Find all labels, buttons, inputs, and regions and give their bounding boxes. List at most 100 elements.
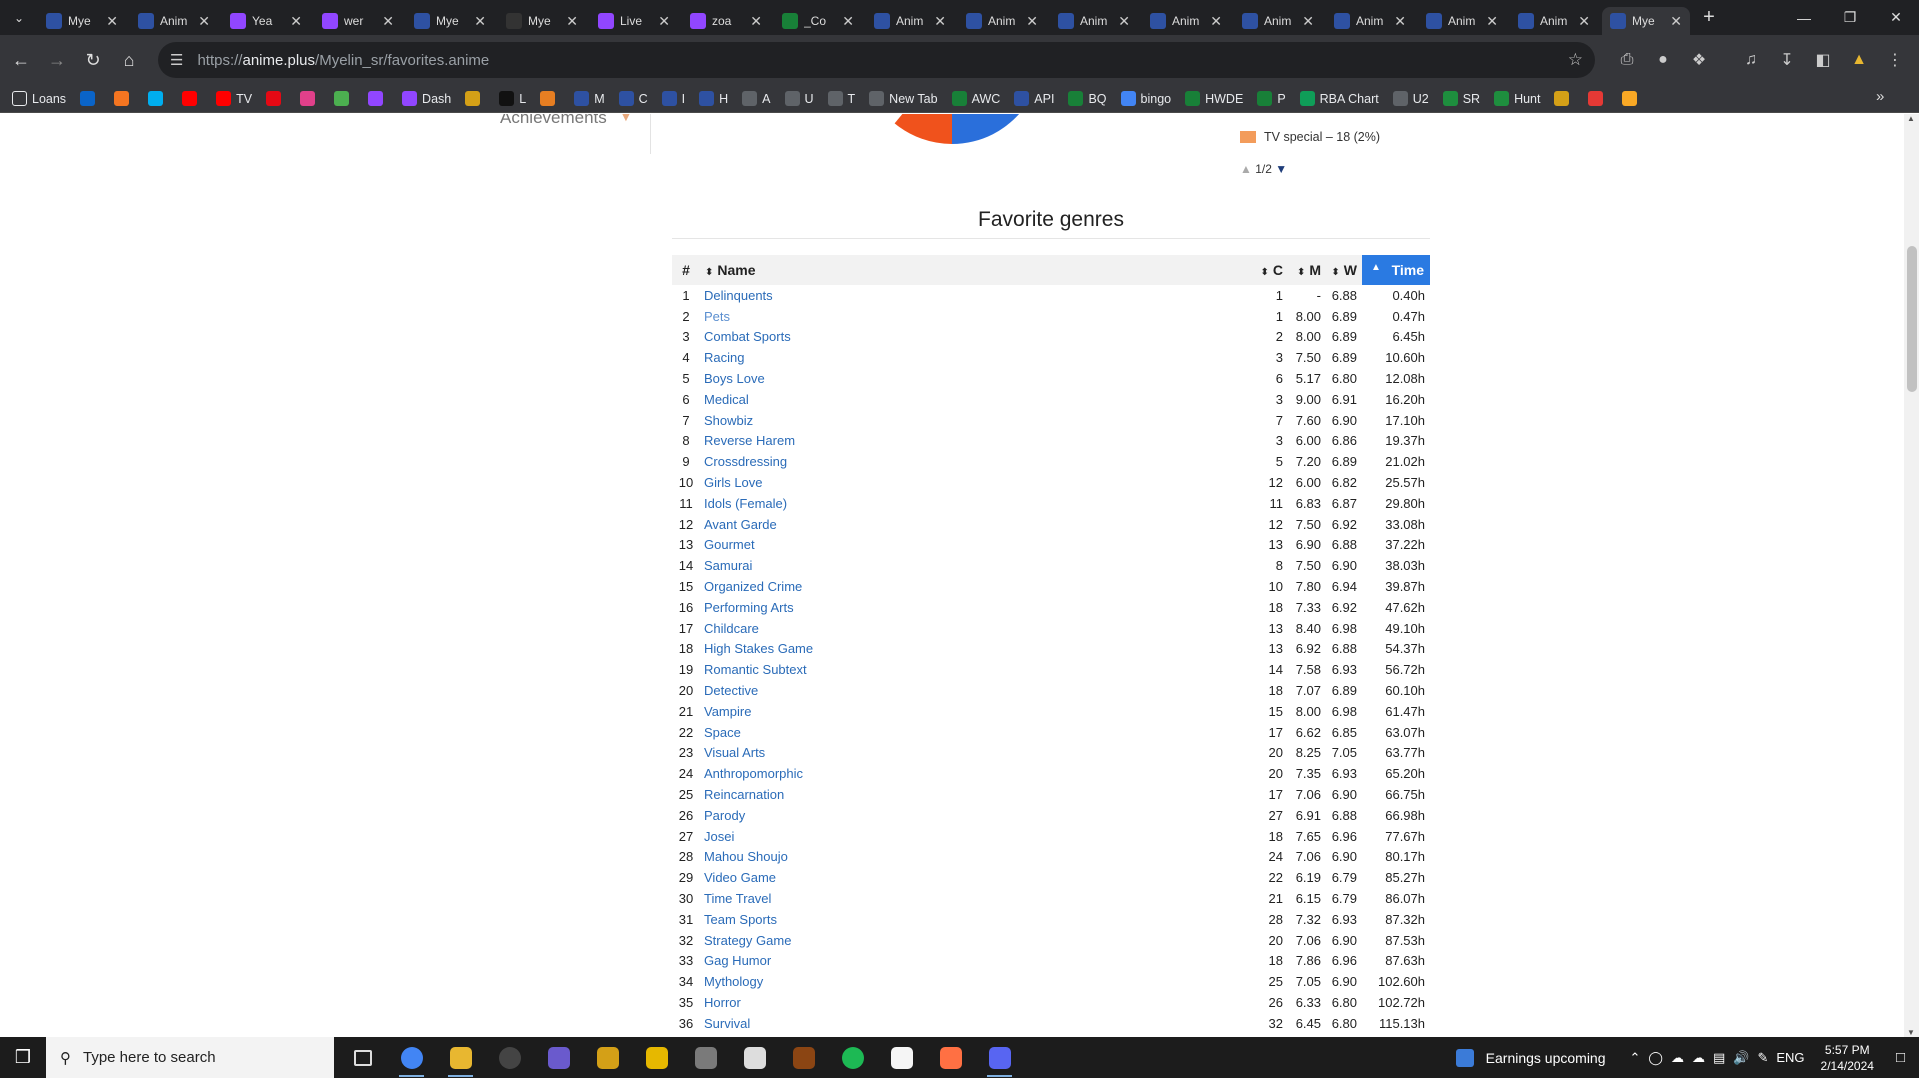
genre-link[interactable]: Romantic Subtext [704, 662, 807, 677]
browser-tab[interactable]: Anim ✕ [1418, 7, 1506, 35]
bookmark-item[interactable]: Dash [402, 91, 451, 106]
bookmark-item[interactable]: A [742, 91, 771, 106]
pen-icon[interactable]: ✎ [1757, 1050, 1768, 1066]
forward-icon[interactable]: → [39, 42, 75, 78]
genre-link[interactable]: Parody [704, 808, 745, 823]
genre-link[interactable]: Gag Humor [704, 953, 771, 968]
genre-link[interactable]: Pets [704, 309, 730, 324]
browser-tab[interactable]: Anim ✕ [866, 7, 954, 35]
genre-link[interactable]: Gourmet [704, 537, 755, 552]
scrollbar-thumb[interactable] [1907, 246, 1917, 392]
restore-icon[interactable]: ❐ [1827, 0, 1873, 35]
taskbar-search-box[interactable]: ⚲ Type here to search [46, 1037, 334, 1078]
scroll-down-icon[interactable]: ▼ [1907, 1028, 1915, 1037]
bookmark-item[interactable]: API [1014, 91, 1054, 106]
tab-close-icon[interactable]: ✕ [842, 13, 854, 30]
printer-icon[interactable]: ⎙ [1612, 45, 1642, 75]
browser-tab[interactable]: Live ✕ [590, 7, 678, 35]
notifications-icon[interactable]: □ [1896, 1049, 1905, 1066]
language-indicator[interactable]: ENG [1776, 1050, 1804, 1065]
genre-link[interactable]: Horror [704, 995, 741, 1010]
bookmark-item[interactable]: RBA Chart [1299, 91, 1379, 106]
bookmark-item[interactable] [465, 91, 485, 106]
browser-tab[interactable]: Anim ✕ [130, 7, 218, 35]
genre-link[interactable]: Anthropomorphic [704, 766, 803, 781]
header-weighted[interactable]: ⬍ W [1326, 255, 1362, 285]
tab-close-icon[interactable]: ✕ [750, 13, 762, 30]
bookmark-item[interactable]: BQ [1068, 91, 1107, 106]
pager-down-icon[interactable]: ▼ [1275, 162, 1287, 176]
tab-close-icon[interactable]: ✕ [1486, 13, 1498, 30]
tab-close-icon[interactable]: ✕ [1118, 13, 1130, 30]
pager-up-icon[interactable]: ▲ [1240, 162, 1252, 176]
bookmark-item[interactable] [266, 91, 286, 106]
header-count[interactable]: ⬍ C [1250, 255, 1288, 285]
genre-link[interactable]: Boys Love [704, 371, 765, 386]
bookmark-item[interactable]: C [618, 91, 648, 106]
genre-link[interactable]: Mythology [704, 974, 763, 989]
tab-close-icon[interactable]: ✕ [566, 13, 578, 30]
home-icon[interactable]: ⌂ [111, 42, 147, 78]
genre-link[interactable]: Josei [704, 829, 734, 844]
genre-link[interactable]: Idols (Female) [704, 496, 787, 511]
genre-link[interactable]: Space [704, 725, 741, 740]
browser-tab[interactable]: Yea ✕ [222, 7, 310, 35]
scroll-up-icon[interactable]: ▲ [1907, 114, 1915, 123]
genre-link[interactable]: Detective [704, 683, 758, 698]
windows-start-icon[interactable]: ❒ [0, 1037, 46, 1078]
tab-close-icon[interactable]: ✕ [1026, 13, 1038, 30]
genre-link[interactable]: Reverse Harem [704, 433, 795, 448]
genre-link[interactable]: Vampire [704, 704, 751, 719]
browser-tab[interactable]: Anim ✕ [1326, 7, 1414, 35]
bookmark-item[interactable]: P [1257, 91, 1286, 106]
puzzle-icon[interactable]: ❖ [1684, 45, 1714, 75]
bookmark-item[interactable]: HWDE [1185, 91, 1243, 106]
cloud-icon[interactable]: ☁ [1692, 1050, 1705, 1066]
tab-close-icon[interactable]: ✕ [658, 13, 670, 30]
browser-tab[interactable]: Anim ✕ [1050, 7, 1138, 35]
download-icon[interactable]: ↧ [1772, 45, 1802, 75]
media-icon[interactable]: ♫ [1736, 45, 1766, 75]
header-mean[interactable]: ⬍ M [1288, 255, 1326, 285]
browser-tab[interactable]: Anim ✕ [1142, 7, 1230, 35]
bookmark-item[interactable] [80, 91, 100, 106]
bookmark-item[interactable] [540, 91, 560, 106]
sun-icon[interactable] [632, 1037, 681, 1078]
bookmark-item[interactable] [300, 91, 320, 106]
tray-chevron-icon[interactable]: ⌃ [1630, 1050, 1641, 1066]
bookmark-item[interactable]: H [699, 91, 728, 106]
clock[interactable]: 5:57 PM 2/14/2024 [1821, 1042, 1874, 1074]
chrome-icon[interactable] [387, 1037, 436, 1078]
tab-close-icon[interactable]: ✕ [1394, 13, 1406, 30]
network-icon[interactable]: ▤ [1713, 1050, 1725, 1066]
bookmark-item[interactable] [368, 91, 388, 106]
browser-tab[interactable]: Mye ✕ [498, 7, 586, 35]
tab-close-icon[interactable]: ✕ [1578, 13, 1590, 30]
file-explorer-icon[interactable] [436, 1037, 485, 1078]
obs-icon[interactable] [485, 1037, 534, 1078]
genre-link[interactable]: Organized Crime [704, 579, 802, 594]
bookmark-item[interactable]: U2 [1392, 91, 1429, 106]
genre-link[interactable]: Reincarnation [704, 787, 784, 802]
bookmark-item[interactable] [334, 91, 354, 106]
bookmark-item[interactable] [182, 91, 202, 106]
bookmark-item[interactable]: bingo [1120, 91, 1171, 106]
page-scrollbar[interactable]: ▲ ▼ [1904, 114, 1919, 1037]
tab-close-icon[interactable]: ✕ [290, 13, 302, 30]
genre-link[interactable]: Time Travel [704, 891, 771, 906]
genre-link[interactable]: Childcare [704, 621, 759, 636]
bookmark-item[interactable]: Loans [12, 91, 66, 106]
bookmark-star-icon[interactable]: ☆ [1568, 50, 1583, 70]
minimize-icon[interactable]: — [1781, 0, 1827, 35]
game-icon[interactable] [681, 1037, 730, 1078]
genre-link[interactable]: Crossdressing [704, 454, 787, 469]
bookmark-item[interactable] [1622, 91, 1642, 106]
volume-icon[interactable]: 🔊 [1733, 1050, 1749, 1066]
meet-icon[interactable]: ◯ [1648, 1050, 1663, 1066]
header-time[interactable]: ▲ Time [1362, 255, 1430, 285]
browser-tab[interactable]: Mye ✕ [406, 7, 494, 35]
tab-close-icon[interactable]: ✕ [474, 13, 486, 30]
browser-tab[interactable]: Anim ✕ [1234, 7, 1322, 35]
side-panel-icon[interactable]: ◧ [1808, 45, 1838, 75]
tab-close-icon[interactable]: ✕ [934, 13, 946, 30]
